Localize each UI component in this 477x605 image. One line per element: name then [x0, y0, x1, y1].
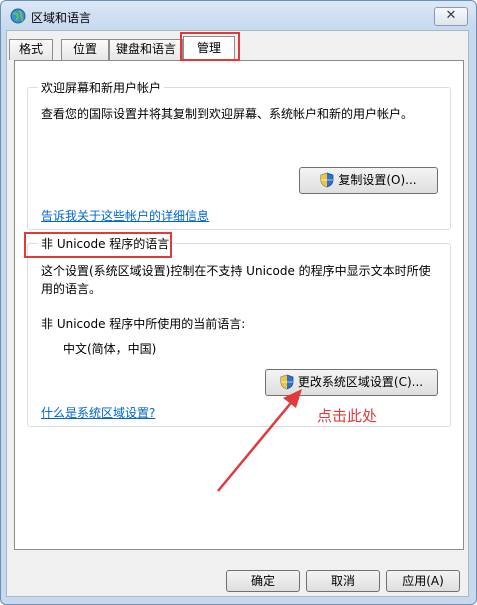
cancel-label: 取消: [330, 574, 355, 588]
annotation-box-tab: [180, 32, 240, 61]
apply-button[interactable]: 应用(A): [386, 570, 460, 592]
cancel-button[interactable]: 取消: [306, 570, 380, 592]
ok-label: 确定: [250, 574, 275, 588]
ok-button[interactable]: 确定: [226, 570, 300, 592]
annotation-arrow: [217, 389, 302, 492]
annotation-arrow-head: [283, 389, 302, 408]
annotation-arrow-shaft: [217, 397, 296, 492]
apply-label: 应用(A): [402, 574, 444, 588]
